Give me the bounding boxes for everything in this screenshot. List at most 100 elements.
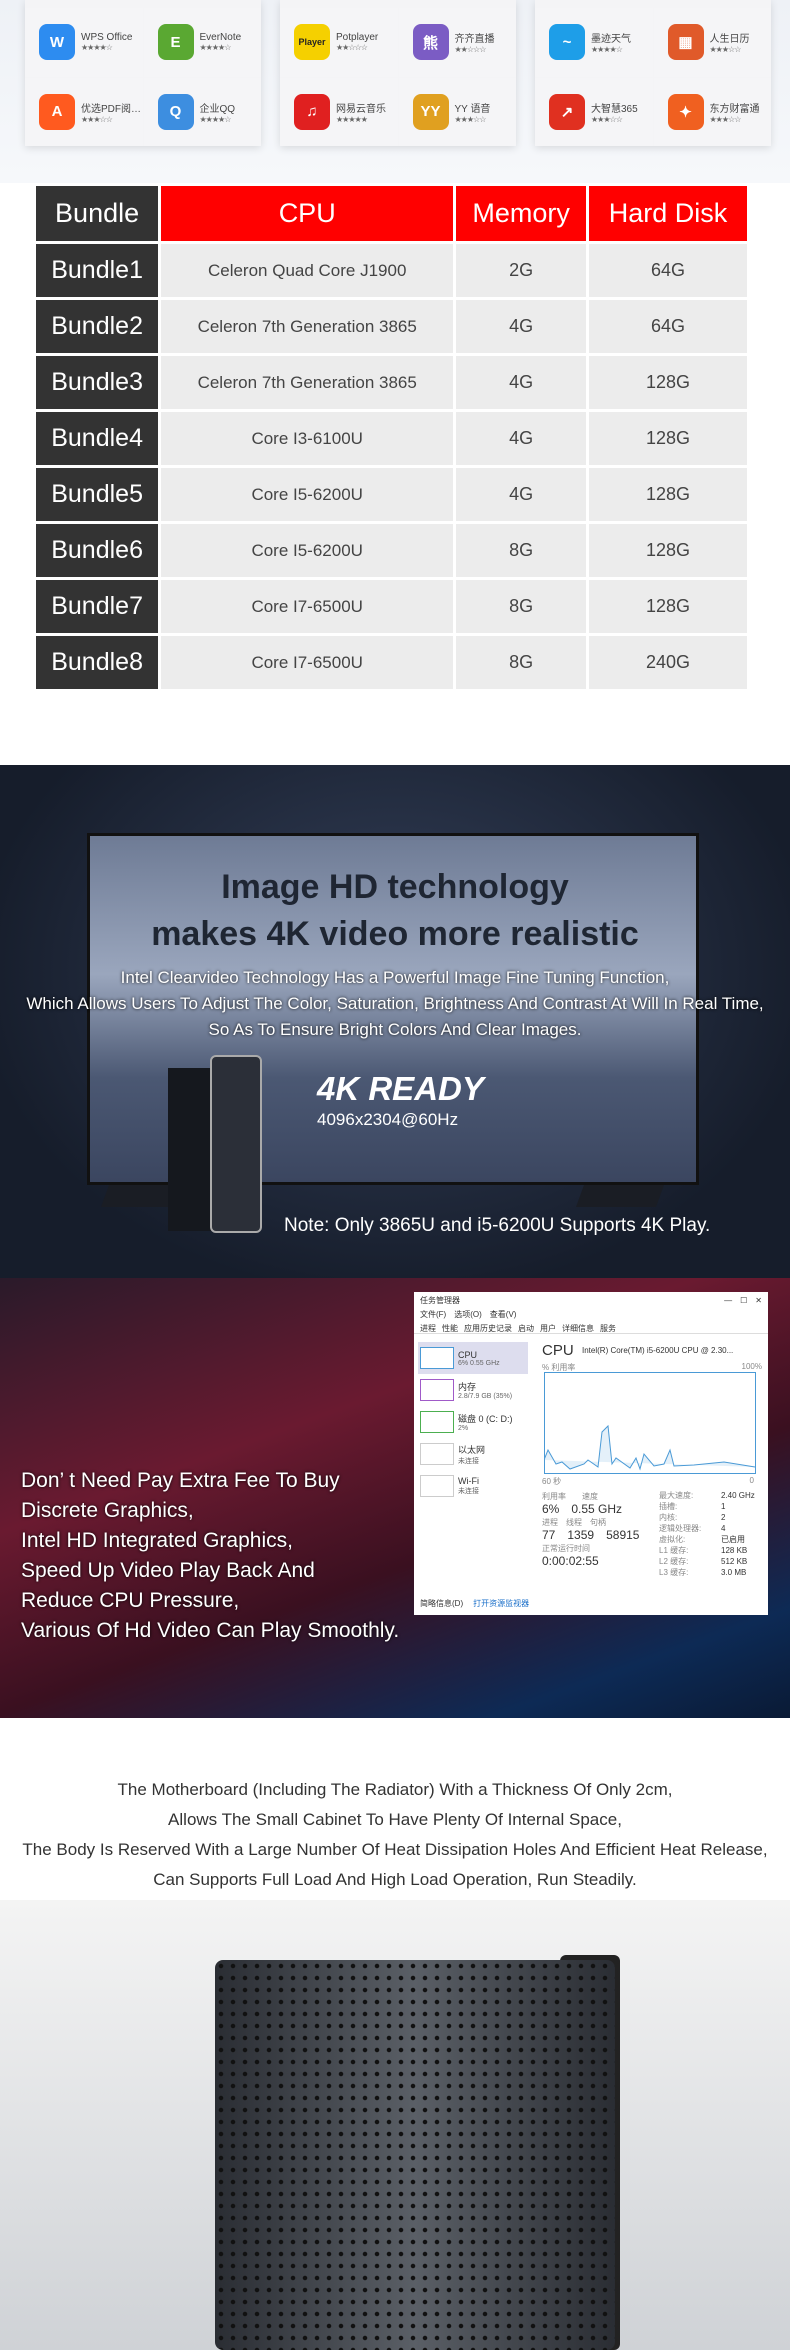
- spec-value: 128 KB: [721, 1546, 748, 1555]
- resolution-label: 4096x2304@60Hz: [317, 1110, 459, 1129]
- app-icon: ✦: [667, 93, 704, 130]
- graphics-line: Don’ t Need Pay Extra Fee To Buy: [21, 1469, 340, 1492]
- taskmgr-tab[interactable]: 应用历史记录: [464, 1323, 512, 1333]
- graphics-line: Intel HD Integrated Graphics,: [21, 1529, 293, 1552]
- taskmgr-tab[interactable]: 详细信息: [562, 1323, 594, 1333]
- spec-row: 最大速度: 2.40 GHz: [659, 1490, 755, 1501]
- spec-value: 4: [721, 1524, 726, 1533]
- app-rating: ★★★★☆: [199, 43, 232, 53]
- perf-side-item[interactable]: 以太网 未连接: [418, 1438, 528, 1470]
- bundle-cell: Bundle3: [36, 356, 159, 409]
- disk-cell: 128G: [589, 356, 747, 409]
- spec-label: L3 缓存:: [659, 1568, 689, 1577]
- app-rating: ★★★☆☆: [81, 114, 113, 124]
- app-name: EverNote: [199, 32, 242, 44]
- cpu-cell: Celeron 7th Generation 3865: [161, 300, 454, 353]
- cpu-cell: Core I5-6200U: [161, 524, 454, 577]
- open-resource-monitor-link[interactable]: 打开资源监视器: [473, 1598, 529, 1609]
- taskmgr-tab[interactable]: 服务: [600, 1323, 616, 1333]
- app-panel: W WPS Office ★★★★☆ E EverNote ★★★★☆ A 优选PDF阅… ★★…: [25, 0, 261, 146]
- app-rating: ★★★★☆: [199, 114, 232, 124]
- graph-time-right: 0: [749, 1476, 754, 1485]
- spec-label: 插槽:: [659, 1502, 678, 1511]
- window-controls[interactable]: — ☐ ✕: [724, 1295, 762, 1305]
- bundle-cell: Bundle1: [36, 244, 159, 297]
- perf-item-name: 以太网: [458, 1444, 486, 1455]
- taskmgr-title: 任务管理器: [420, 1296, 460, 1305]
- hd-section: Image HD technology makes 4K video more …: [0, 765, 790, 1278]
- perf-side-item[interactable]: CPU 6% 0.55 GHz: [418, 1342, 528, 1374]
- perf-side-item[interactable]: 磁盘 0 (C: D:) 2%: [418, 1406, 528, 1438]
- spec-label: L1 缓存:: [659, 1546, 689, 1555]
- app-item[interactable]: A 优选PDF阅… ★★★☆☆: [25, 77, 143, 146]
- hd-desc-line: Which Allows Users To Adjust The Color, …: [26, 994, 764, 1013]
- app-name: 网易云音乐: [336, 103, 386, 115]
- table-row: Bundle5 Core I5-6200U 4G 128G: [36, 468, 747, 521]
- spec-row: 逻辑处理器: 4: [659, 1523, 755, 1534]
- graphics-line: Various Of Hd Video Can Play Smoothly.: [21, 1619, 400, 1642]
- taskmgr-tab[interactable]: 性能: [442, 1323, 458, 1333]
- spec-row: L1 缓存: 128 KB: [659, 1545, 755, 1556]
- cpu-heading: CPU: [542, 1342, 574, 1359]
- app-item[interactable]: ↗ 大智慧365 ★★★☆☆: [535, 77, 653, 146]
- thread-label: 线程: [566, 1518, 582, 1527]
- info-line: Allows The Small Cabinet To Have Plenty …: [168, 1810, 622, 1829]
- spec-row: 虚拟化: 已启用: [659, 1534, 755, 1545]
- spec-row: L3 缓存: 3.0 MB: [659, 1567, 755, 1578]
- mini-graph: [420, 1443, 454, 1465]
- menu-item[interactable]: 查看(V): [490, 1309, 517, 1319]
- hd-title-line2: makes 4K video more realistic: [151, 915, 639, 953]
- app-icon: ♫: [294, 93, 330, 130]
- taskmgr-tab[interactable]: 用户: [540, 1323, 556, 1333]
- app-icon: ▦: [667, 24, 704, 61]
- app-item[interactable]: W WPS Office ★★★★☆: [25, 8, 143, 77]
- mini-pc-image: [210, 1055, 262, 1233]
- menu-item[interactable]: 文件(F): [420, 1309, 446, 1319]
- cpu-model: Intel(R) Core(TM) i5-6200U CPU @ 2.30...: [582, 1346, 734, 1355]
- app-item[interactable]: 熊齐齐直播 ★★☆☆☆: [398, 8, 516, 77]
- app-item[interactable]: E EverNote ★★★★☆: [143, 8, 261, 77]
- info-line: Can Supports Full Load And High Load Ope…: [153, 1870, 637, 1889]
- spec-row: 内核: 2: [659, 1512, 755, 1523]
- taskmgr-tab[interactable]: 进程: [420, 1323, 436, 1333]
- spec-row: 插槽: 1: [659, 1501, 755, 1512]
- app-name: 企业QQ: [199, 103, 236, 115]
- app-name: 优选PDF阅…: [81, 103, 141, 115]
- bundle-cell: Bundle5: [36, 468, 159, 521]
- perf-item-name: 内存: [458, 1382, 477, 1392]
- app-item[interactable]: Q 企业QQ ★★★★☆: [143, 77, 261, 146]
- app-item[interactable]: ✦ 东方财富通 ★★★☆☆: [653, 77, 771, 146]
- memory-cell: 8G: [456, 524, 587, 577]
- cpu-cell: Core I3-6100U: [161, 412, 454, 465]
- app-item[interactable]: ♫ 网易云音乐 ★★★★★: [280, 77, 398, 146]
- handle-value: 58915: [606, 1528, 640, 1542]
- perf-side-item[interactable]: Wi-Fi 未连接: [418, 1470, 528, 1502]
- app-rating: ★★★☆☆: [709, 114, 742, 124]
- spec-label: 虚拟化:: [659, 1535, 686, 1544]
- fewer-details-button[interactable]: 简略信息(D): [420, 1598, 463, 1609]
- table-row: Bundle7 Core I7-6500U 8G 128G: [36, 580, 747, 633]
- app-item[interactable]: YY YY 语音 ★★★☆☆: [398, 77, 516, 146]
- handle-label: 句柄: [590, 1518, 606, 1527]
- perf-side-item[interactable]: 内存 2.8/7.9 GB (35%): [418, 1374, 528, 1406]
- app-icon: ↗: [549, 93, 585, 130]
- table-row: Bundle3 Celeron 7th Generation 3865 4G 128G: [36, 356, 747, 409]
- info-line: The Motherboard (Including The Radiator)…: [117, 1780, 673, 1799]
- spec-value: 已启用: [721, 1535, 745, 1544]
- memory-cell: 2G: [456, 244, 587, 297]
- app-name: 齐齐直播: [454, 34, 495, 46]
- app-item[interactable]: Player Potplayer ★★☆☆☆: [280, 8, 398, 77]
- graphics-description: Don’ t Need Pay Extra Fee To Buy Discrete…: [21, 1466, 399, 1646]
- app-rating: ★★★★☆: [81, 43, 113, 53]
- app-item[interactable]: ~ 墨迹天气 ★★★★☆: [535, 8, 653, 77]
- spec-value: 512 KB: [721, 1557, 748, 1566]
- app-name: 人生日历: [709, 34, 750, 46]
- app-rating: ★★★★★: [336, 114, 368, 124]
- taskmgr-tab[interactable]: 启动: [518, 1323, 534, 1333]
- disk-cell: 240G: [589, 636, 747, 689]
- menu-item[interactable]: 选项(O): [454, 1309, 482, 1319]
- perf-item-name: Wi-Fi: [458, 1476, 479, 1486]
- app-rating: ★★★★☆: [591, 45, 623, 55]
- app-item[interactable]: ▦ 人生日历 ★★★☆☆: [653, 8, 771, 77]
- memory-cell: 4G: [456, 412, 587, 465]
